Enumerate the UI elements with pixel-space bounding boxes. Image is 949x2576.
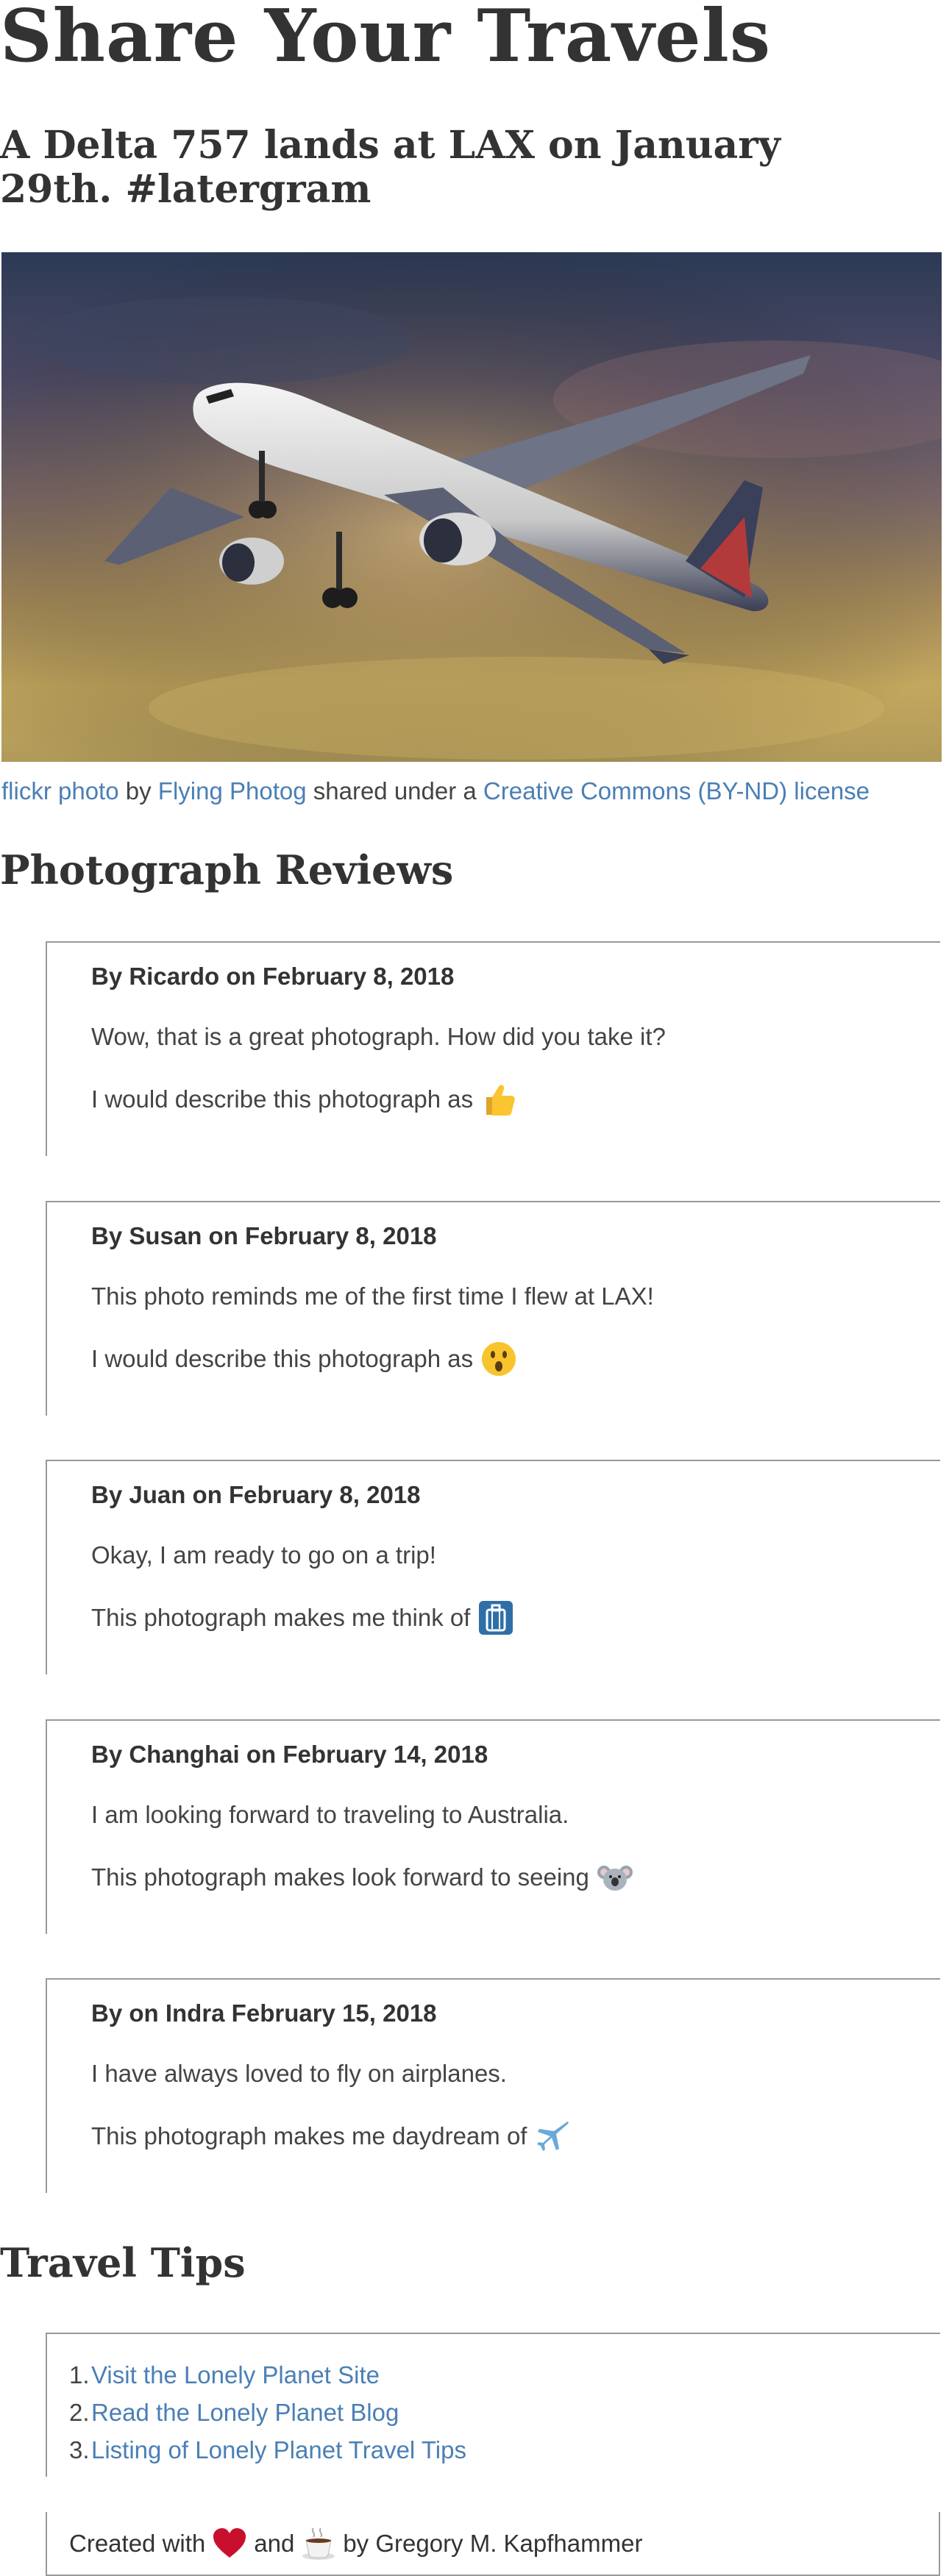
heart-icon — [211, 2525, 248, 2562]
footer-text-created: Created with — [69, 2530, 206, 2557]
photographer-link[interactable]: Flying Photog — [158, 777, 307, 804]
review-byline: By on Indra February 15, 2018 — [91, 1999, 437, 2027]
review-byline: By Ricardo on February 8, 2018 — [91, 963, 455, 990]
footer-text-and: and — [254, 2530, 295, 2557]
list-item: 3.Listing of Lonely Planet Travel Tips — [69, 2431, 466, 2469]
review-byline: By Juan on February 8, 2018 — [91, 1481, 421, 1508]
review-card: By Changhai on February 14, 2018 I am lo… — [46, 1719, 940, 1934]
review-description: This photograph makes me think of — [91, 1599, 514, 1636]
lonely-planet-tips-link[interactable]: Listing of Lonely Planet Travel Tips — [91, 2436, 466, 2463]
caption-by-text: by — [125, 777, 152, 804]
list-item: 1.Visit the Lonely Planet Site — [69, 2356, 466, 2394]
travel-tips-box: 1.Visit the Lonely Planet Site 2.Read th… — [46, 2333, 940, 2477]
review-card: By on Indra February 15, 2018 I have alw… — [46, 1978, 940, 2193]
review-description: This photograph makes me daydream of — [91, 2118, 571, 2155]
koala-icon — [597, 1859, 633, 1896]
post-title: A Delta 757 lands at LAX on January 29th… — [0, 123, 781, 212]
airplane-illustration — [1, 252, 942, 762]
site-title: Share Your Travels — [0, 0, 772, 79]
review-description-text: This photograph makes look forward to se… — [91, 1863, 589, 1891]
review-body: Okay, I am ready to go on a trip! — [91, 1541, 436, 1569]
review-card: By Juan on February 8, 2018 Okay, I am r… — [46, 1460, 940, 1674]
surprised-face-icon — [480, 1341, 517, 1377]
review-byline: By Susan on February 8, 2018 — [91, 1222, 437, 1249]
footer: Created with and by Gregory M. Kapfhamme… — [46, 2512, 940, 2576]
lonely-planet-site-link[interactable]: Visit the Lonely Planet Site — [91, 2361, 380, 2388]
airplane-icon — [534, 2118, 571, 2155]
thumbs-up-icon — [480, 1081, 517, 1118]
list-number: 1. — [69, 2361, 90, 2388]
airplane-photo — [1, 252, 942, 762]
flickr-photo-link[interactable]: flickr photo — [1, 777, 119, 804]
review-body: I am looking forward to traveling to Aus… — [91, 1801, 569, 1828]
review-body: This photo reminds me of the first time … — [91, 1282, 654, 1310]
review-description: I would describe this photograph as — [91, 1081, 517, 1118]
luggage-icon — [477, 1599, 514, 1636]
footer-text-author: by Gregory M. Kapfhammer — [343, 2530, 643, 2557]
review-byline: By Changhai on February 14, 2018 — [91, 1741, 488, 1768]
review-body: I have always loved to fly on airplanes. — [91, 2060, 507, 2087]
coffee-icon — [300, 2525, 337, 2562]
list-number: 3. — [69, 2436, 90, 2463]
review-card: By Susan on February 8, 2018 This photo … — [46, 1201, 940, 1416]
travel-tips-heading: Travel Tips — [0, 2239, 246, 2286]
license-link[interactable]: Creative Commons (BY-ND) license — [483, 777, 870, 804]
caption-shared-text: shared under a — [313, 777, 477, 804]
review-description-text: I would describe this photograph as — [91, 1085, 474, 1113]
review-card: By Ricardo on February 8, 2018 Wow, that… — [46, 941, 940, 1156]
review-description-text: I would describe this photograph as — [91, 1345, 474, 1372]
travel-tips-list: 1.Visit the Lonely Planet Site 2.Read th… — [69, 2356, 466, 2469]
lonely-planet-blog-link[interactable]: Read the Lonely Planet Blog — [91, 2399, 399, 2426]
reviews-heading: Photograph Reviews — [0, 846, 454, 893]
list-number: 2. — [69, 2399, 90, 2426]
review-description: I would describe this photograph as — [91, 1341, 517, 1377]
review-body: Wow, that is a great photograph. How did… — [91, 1023, 666, 1050]
footer-credit: Created with and by Gregory M. Kapfhamme… — [69, 2525, 642, 2562]
list-item: 2.Read the Lonely Planet Blog — [69, 2394, 466, 2431]
review-description-text: This photograph makes me daydream of — [91, 2122, 527, 2149]
review-description: This photograph makes look forward to se… — [91, 1859, 633, 1896]
photo-caption: flickr photo by Flying Photog shared und… — [1, 775, 870, 807]
review-description-text: This photograph makes me think of — [91, 1604, 471, 1631]
